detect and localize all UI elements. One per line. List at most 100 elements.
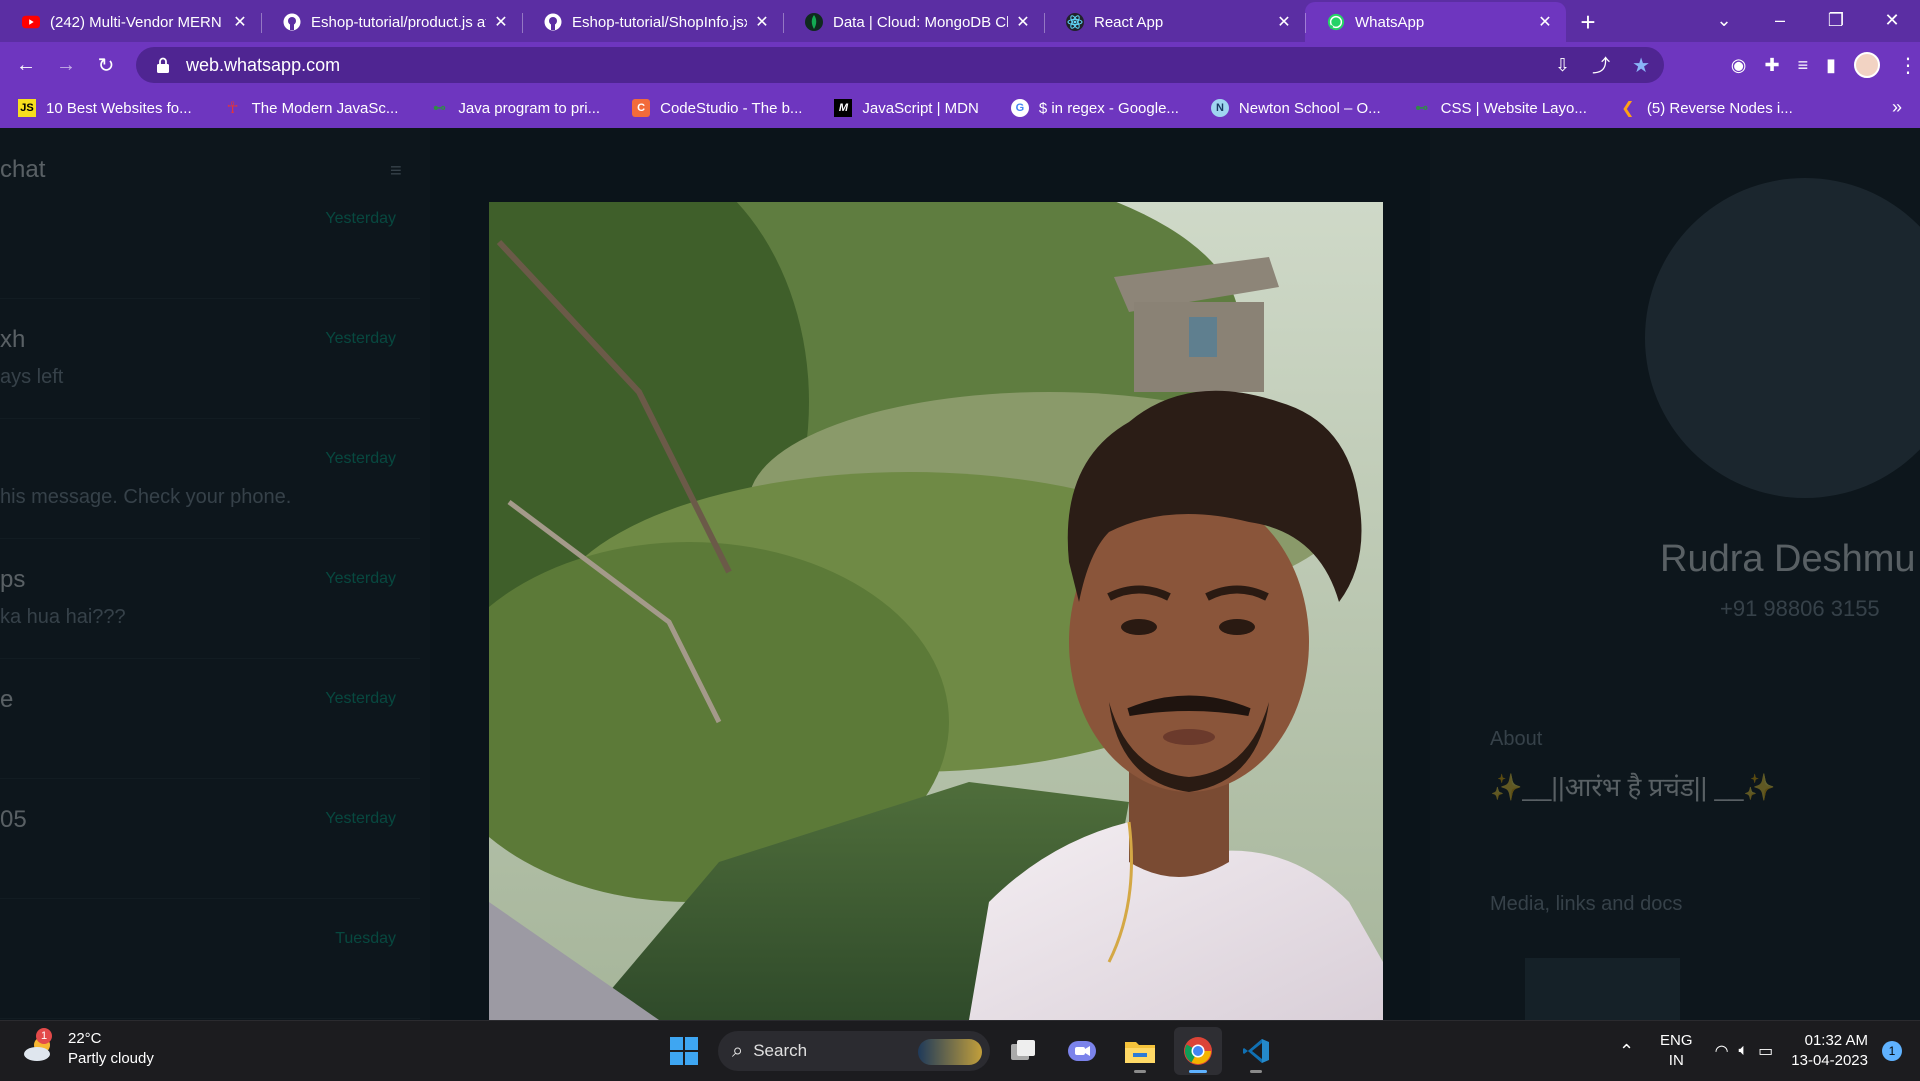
close-tab-icon[interactable]: ✕	[1536, 12, 1554, 32]
close-tab-icon[interactable]: ✕	[231, 12, 249, 32]
bookmark-label: CSS | Website Layo...	[1440, 99, 1587, 117]
close-tab-icon[interactable]: ✕	[492, 12, 510, 32]
tab-title: Eshop-tutorial/product.js at	[311, 13, 486, 31]
tab-github-product[interactable]: Eshop-tutorial/product.js at ✕	[261, 2, 522, 42]
wifi-icon[interactable]: ◠	[1715, 1041, 1729, 1061]
bookmark-item[interactable]: ⊷ Java program to pri...	[412, 93, 614, 123]
close-window-icon[interactable]: ✕	[1864, 10, 1920, 31]
close-tab-icon[interactable]: ✕	[1014, 12, 1032, 32]
share-icon[interactable]: ⤴	[1592, 52, 1610, 78]
language-region: IN	[1668, 1052, 1684, 1069]
restore-icon[interactable]: ❐	[1808, 10, 1864, 31]
tab-title: Eshop-tutorial/ShopInfo.jsx	[572, 13, 747, 31]
language-code: ENG	[1660, 1032, 1693, 1049]
tab-mongodb[interactable]: Data | Cloud: MongoDB Clo ✕	[783, 2, 1044, 42]
reload-icon[interactable]: ↻	[86, 45, 126, 85]
about-text: ✨__||आरंभ है प्रचंड|| __✨	[1490, 772, 1776, 802]
geeksforgeeks-icon: ⊷	[432, 100, 446, 115]
weather-widget[interactable]: 1 22°C Partly cloudy	[22, 1028, 154, 1069]
contact-name: Rudra Deshmu	[1660, 538, 1916, 580]
chat-list-item[interactable]: Tuesday	[0, 908, 420, 1019]
file-explorer-icon[interactable]	[1116, 1027, 1164, 1075]
chat-list-item[interactable]: e Yesterday	[0, 668, 420, 779]
bookmark-item[interactable]: G $ in regex - Google...	[993, 93, 1193, 123]
close-tab-icon[interactable]: ✕	[753, 12, 771, 32]
tab-title: WhatsApp	[1355, 13, 1425, 31]
tab-search-chevron-icon[interactable]: ⌄	[1696, 10, 1752, 31]
chrome-menu-icon[interactable]: ⋮	[1898, 53, 1918, 78]
weather-alert-badge: 1	[36, 1028, 52, 1044]
whatsapp-page: chat ≡ Yesterday xh ays left Yesterday h…	[0, 128, 1920, 1020]
tab-whatsapp[interactable]: WhatsApp ✕	[1305, 2, 1566, 42]
weather-temperature: 22°C	[68, 1030, 102, 1047]
battery-charging-icon[interactable]: ▭	[1758, 1041, 1773, 1061]
tab-youtube[interactable]: (242) Multi-Vendor MERN S ✕	[0, 2, 261, 42]
bookmark-label: CodeStudio - The b...	[660, 99, 803, 117]
bookmark-item[interactable]: M JavaScript | MDN	[816, 93, 992, 123]
youtube-icon	[22, 13, 40, 31]
newton-icon: N	[1210, 99, 1229, 117]
volume-icon[interactable]: 🔈︎	[1739, 1042, 1749, 1060]
bookmark-item[interactable]: JS 10 Best Websites fo...	[0, 93, 206, 123]
input-language[interactable]: ENG IN	[1660, 1031, 1693, 1071]
bookmark-item[interactable]: N Newton School – O...	[1193, 93, 1395, 123]
bookmarks-bar: JS 10 Best Websites fo... ☥ The Modern J…	[0, 88, 1920, 128]
bookmark-item[interactable]: ❮ (5) Reverse Nodes i...	[1601, 93, 1807, 123]
minimize-icon[interactable]: –	[1752, 10, 1808, 31]
about-label: About	[1490, 728, 1543, 750]
media-queue-icon[interactable]: ≡	[1798, 55, 1809, 76]
install-app-icon[interactable]: ⇩	[1555, 55, 1570, 76]
url-text: web.whatsapp.com	[186, 54, 341, 75]
filter-icon[interactable]: ≡	[390, 160, 402, 183]
new-tab-button[interactable]: +	[1566, 2, 1610, 42]
chevron-up-icon[interactable]: ⌃	[1619, 1041, 1634, 1062]
profile-avatar[interactable]	[1854, 52, 1880, 78]
chat-time: Yesterday	[325, 810, 396, 827]
tab-react-app[interactable]: React App ✕	[1044, 2, 1305, 42]
bookmark-item[interactable]: C CodeStudio - The b...	[614, 93, 816, 123]
bookmark-star-icon[interactable]: ★	[1632, 53, 1650, 78]
chat-time: Yesterday	[325, 450, 396, 467]
chat-name: ps	[0, 566, 26, 593]
chat-list-item[interactable]: xh ays left Yesterday	[0, 308, 420, 419]
chat-list-item[interactable]: ps ka hua hai??? Yesterday	[0, 548, 420, 659]
search-label: Search	[753, 1041, 808, 1060]
extension-circle-icon[interactable]: ◉	[1731, 55, 1747, 76]
chat-last-message: ays left	[0, 366, 64, 388]
chat-list-item[interactable]: 05 Yesterday	[0, 788, 420, 899]
tab-github-shopinfo[interactable]: Eshop-tutorial/ShopInfo.jsx ✕	[522, 2, 783, 42]
chat-list-item[interactable]: Yesterday	[0, 188, 420, 299]
media-thumbnail[interactable]	[1525, 958, 1680, 1020]
system-tray: ⌃ ENG IN ◠ 🔈︎ ▭ 01:32 AM 13-04-2023 1	[1619, 1021, 1920, 1081]
taskbar-clock[interactable]: 01:32 AM 13-04-2023	[1791, 1031, 1868, 1071]
more-bookmarks-icon[interactable]: »	[1892, 97, 1902, 118]
windows-start-icon[interactable]	[660, 1027, 708, 1075]
chat-time: Tuesday	[335, 930, 396, 947]
google-icon: G	[1010, 99, 1029, 117]
task-view-icon[interactable]	[1000, 1027, 1048, 1075]
chat-list-panel: chat ≡ Yesterday xh ays left Yesterday h…	[0, 128, 430, 1020]
vscode-icon[interactable]	[1232, 1027, 1280, 1075]
contact-avatar[interactable]	[1645, 178, 1920, 498]
back-arrow-icon[interactable]: ←	[6, 45, 46, 85]
chat-time: Yesterday	[325, 330, 396, 347]
chat-list-item[interactable]: his message. Check your phone. Yesterday	[0, 428, 420, 539]
chrome-taskbar-icon[interactable]	[1174, 1027, 1222, 1075]
address-bar[interactable]: web.whatsapp.com ⇩ ⤴ ★	[136, 47, 1664, 83]
bookmark-label: Newton School – O...	[1238, 99, 1381, 117]
bookmark-item[interactable]: ⊷ CSS | Website Layo...	[1395, 93, 1601, 123]
taskbar-search[interactable]: ⌕ Search	[718, 1031, 990, 1071]
bookmark-item[interactable]: ☥ The Modern JavaSc...	[206, 93, 413, 123]
forward-arrow-icon[interactable]: →	[46, 45, 86, 85]
mongodb-icon	[805, 13, 823, 31]
chat-name: 05	[0, 806, 27, 833]
teams-chat-icon[interactable]	[1058, 1027, 1106, 1075]
side-panel-icon[interactable]: ▮	[1826, 55, 1836, 76]
lock-icon	[157, 57, 169, 73]
taskbar-center: ⌕ Search	[660, 1027, 1280, 1075]
js-icon: JS	[18, 99, 36, 117]
close-tab-icon[interactable]: ✕	[1275, 12, 1293, 32]
extensions-puzzle-icon[interactable]: ✚	[1764, 55, 1779, 76]
profile-photo-fullsize	[489, 202, 1383, 1020]
notification-badge[interactable]: 1	[1882, 1041, 1902, 1061]
